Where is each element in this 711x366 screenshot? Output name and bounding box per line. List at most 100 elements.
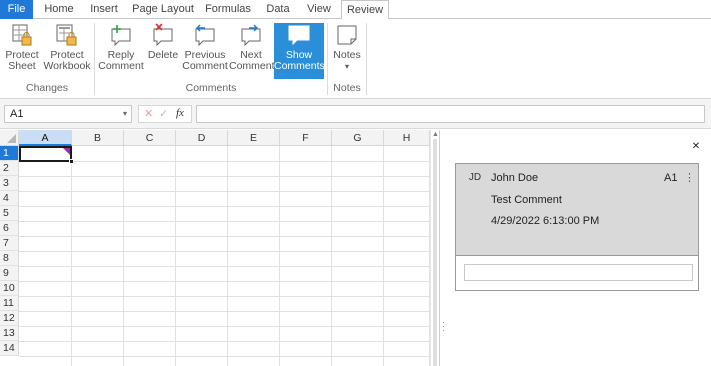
- scroll-up-icon[interactable]: ▲: [432, 131, 438, 138]
- tab-insert[interactable]: Insert: [84, 0, 124, 19]
- notes-dropdown-arrow: ▾: [344, 62, 349, 71]
- row-header[interactable]: 5: [0, 206, 19, 221]
- row-header[interactable]: 1: [0, 146, 19, 161]
- column-header-f[interactable]: F: [280, 130, 332, 146]
- name-box[interactable]: A1 ▾: [4, 105, 132, 123]
- fx-icon[interactable]: fx: [176, 107, 184, 119]
- notes-icon: [337, 25, 357, 45]
- show-comments-label-2: Comments: [274, 60, 325, 72]
- gridline: [19, 266, 429, 267]
- gridline: [19, 191, 429, 192]
- column-header-g[interactable]: G: [332, 130, 384, 146]
- close-icon[interactable]: ✕: [689, 140, 703, 154]
- worksheet-grid[interactable]: A B C D E F G H 1 2 3 4 5 6 7 8 9 10 11 …: [0, 130, 438, 366]
- comments-pane: · · · ✕ JD John Doe A1 ⋮ Test Comment 4/29…: [439, 130, 711, 366]
- column-header-h[interactable]: H: [384, 130, 430, 146]
- gridline: [19, 161, 429, 162]
- row-header[interactable]: 13: [0, 326, 19, 341]
- gridline: [19, 221, 429, 222]
- gridline: [19, 341, 429, 342]
- comment-card[interactable]: JD John Doe A1 ⋮ Test Comment 4/29/2022 …: [455, 163, 699, 291]
- notes-label: Notes: [333, 49, 361, 61]
- row-header[interactable]: 11: [0, 296, 19, 311]
- group-separator: [94, 23, 95, 95]
- column-header-a[interactable]: A: [19, 130, 72, 146]
- gridline: [227, 146, 228, 366]
- group-separator: [366, 23, 367, 95]
- name-box-value: A1: [10, 108, 24, 120]
- enter-icon[interactable]: ✓: [159, 107, 168, 120]
- row-header[interactable]: 10: [0, 281, 19, 296]
- notes-button[interactable]: Notes ▾: [331, 23, 363, 79]
- gridline: [19, 356, 429, 357]
- column-header-e[interactable]: E: [228, 130, 280, 146]
- formula-actions: ✕ ✓ fx: [138, 105, 192, 123]
- gridline: [19, 176, 429, 177]
- gridline: [279, 146, 280, 366]
- column-header-c[interactable]: C: [124, 130, 176, 146]
- tab-formulas[interactable]: Formulas: [203, 0, 253, 19]
- previous-comment-label-2: Comment: [182, 60, 228, 72]
- comment-text: Test Comment: [491, 194, 562, 206]
- comment-timestamp: 4/29/2022 6:13:00 PM: [491, 215, 600, 227]
- active-cell-a1[interactable]: [19, 146, 74, 164]
- row-header[interactable]: 14: [0, 341, 19, 356]
- row-header[interactable]: 2: [0, 161, 19, 176]
- comment-cell-reference: A1: [664, 172, 678, 184]
- gridline: [19, 311, 429, 312]
- previous-comment-button[interactable]: Previous Comment: [182, 23, 228, 79]
- scrollbar-thumb[interactable]: [433, 139, 437, 366]
- tab-view[interactable]: View: [303, 0, 335, 19]
- pane-resize-grip[interactable]: · · ·: [442, 318, 445, 335]
- tab-review[interactable]: Review: [341, 0, 389, 20]
- protect-workbook-label-2: Workbook: [43, 60, 91, 72]
- row-header[interactable]: 12: [0, 311, 19, 326]
- gridline: [123, 146, 124, 366]
- reply-comment-icon: [111, 25, 131, 47]
- show-comments-icon: [288, 25, 310, 46]
- changes-group-label: Changes: [25, 82, 69, 94]
- row-header[interactable]: 6: [0, 221, 19, 236]
- formula-bar: A1 ▾ ✕ ✓ fx: [0, 99, 711, 129]
- comments-group-label: Comments: [185, 82, 237, 94]
- ribbon-tab-strip: File Home Insert Page Layout Formulas Da…: [0, 0, 711, 20]
- previous-comment-icon: [195, 24, 215, 47]
- gridline: [19, 281, 429, 282]
- select-all-corner[interactable]: [0, 130, 19, 146]
- cancel-icon[interactable]: ✕: [144, 107, 153, 120]
- group-separator: [327, 23, 328, 95]
- protect-workbook-button[interactable]: Protect Workbook: [43, 23, 91, 79]
- reply-input[interactable]: [464, 264, 693, 281]
- tab-page-layout[interactable]: Page Layout: [132, 0, 194, 19]
- comment-thread: JD John Doe A1 ⋮ Test Comment 4/29/2022 …: [456, 164, 698, 256]
- fill-handle[interactable]: [69, 159, 74, 164]
- comment-indicator: [63, 148, 70, 155]
- chevron-down-icon[interactable]: ▾: [123, 106, 127, 122]
- show-comments-button[interactable]: Show Comments: [274, 23, 325, 79]
- protect-workbook-icon: [56, 24, 77, 46]
- protect-sheet-label-2: Sheet: [8, 60, 36, 72]
- tab-file[interactable]: File: [0, 0, 33, 19]
- avatar: JD: [468, 172, 482, 183]
- tab-home[interactable]: Home: [40, 0, 78, 19]
- vertical-scrollbar[interactable]: ▲: [430, 130, 438, 366]
- column-header-b[interactable]: B: [72, 130, 124, 146]
- column-header-d[interactable]: D: [176, 130, 228, 146]
- reply-comment-button[interactable]: Reply Comment: [98, 23, 144, 79]
- next-comment-button[interactable]: Next Comment: [229, 23, 275, 79]
- tab-data[interactable]: Data: [262, 0, 294, 19]
- protect-sheet-button[interactable]: Protect Sheet: [3, 23, 41, 79]
- gridline: [19, 251, 429, 252]
- row-header[interactable]: 4: [0, 191, 19, 206]
- row-header[interactable]: 9: [0, 266, 19, 281]
- row-header[interactable]: 7: [0, 236, 19, 251]
- delete-comment-button[interactable]: Delete: [146, 23, 180, 79]
- reply-comment-label-2: Comment: [98, 60, 144, 72]
- more-options-icon[interactable]: ⋮: [684, 171, 695, 184]
- formula-input[interactable]: [196, 105, 705, 123]
- gridline: [71, 146, 72, 366]
- delete-label: Delete: [147, 49, 179, 61]
- row-header[interactable]: 3: [0, 176, 19, 191]
- row-header[interactable]: 8: [0, 251, 19, 266]
- next-comment-label-2: Comment: [229, 60, 275, 72]
